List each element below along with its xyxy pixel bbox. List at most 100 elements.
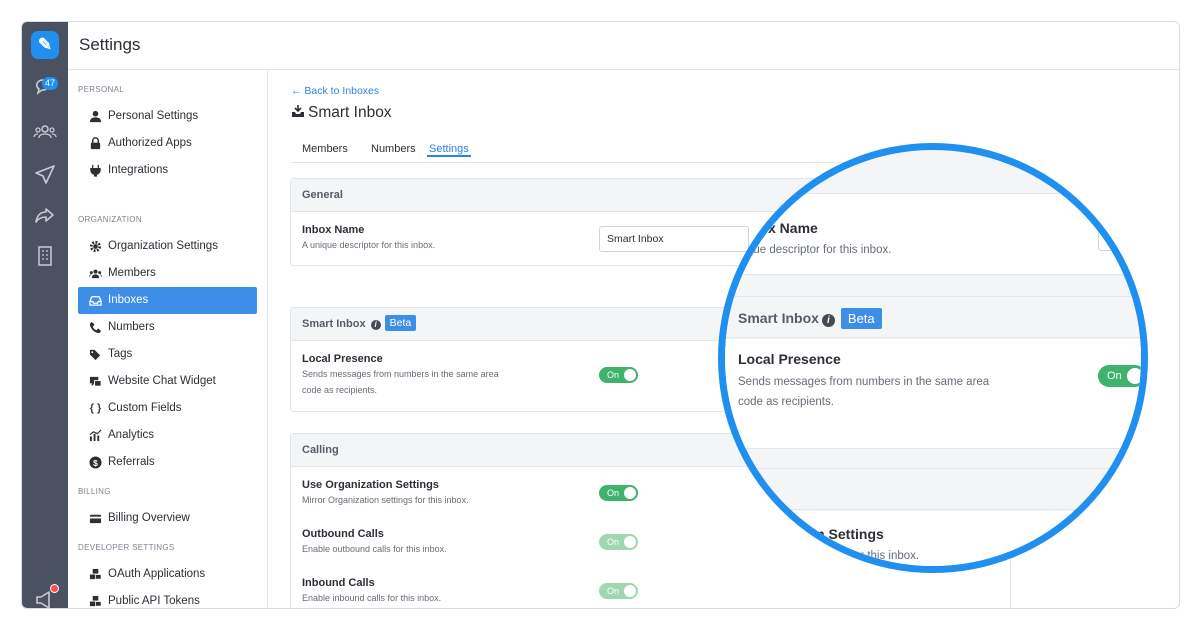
sidebar-item-referrals[interactable]: $ Referrals	[78, 449, 257, 476]
use-org-toggle[interactable]: On	[599, 485, 638, 501]
section-billing: BILLING	[78, 487, 111, 496]
sidebar-item-website-chat-widget[interactable]: Website Chat Widget	[78, 368, 257, 395]
sidebar-item-integrations[interactable]: Integrations	[78, 157, 257, 184]
sidebar-item-numbers[interactable]: Numbers	[78, 314, 257, 341]
sidebar-item-label: OAuth Applications	[108, 568, 206, 580]
local-presence-row: Local Presence Sends messages from numbe…	[302, 353, 499, 398]
contacts-icon[interactable]	[33, 120, 57, 144]
sidebar-item-authorized-apps[interactable]: Authorized Apps	[78, 130, 257, 157]
use-org-desc: Mirror Organization settings for this in…	[302, 495, 469, 505]
section-personal: PERSONAL	[78, 85, 124, 94]
users-icon	[89, 269, 102, 279]
local-presence-label: Local Presence	[302, 353, 383, 365]
sidebar-item-members[interactable]: Members	[78, 260, 257, 287]
page-header: Settings	[68, 22, 1179, 70]
outbound-toggle[interactable]: On	[599, 534, 638, 550]
mag-general-card: x Name nique descriptor for this inbox.	[725, 193, 1141, 275]
cubes-icon	[89, 568, 102, 580]
outbound-row: Outbound Calls Enable outbound calls for…	[302, 528, 447, 557]
sidebar-item-label: Analytics	[108, 429, 155, 441]
sidebar-item-label: Billing Overview	[108, 512, 190, 524]
sidebar-item-billing-overview[interactable]: Billing Overview	[78, 505, 257, 532]
mag-use-org-label: anization Settings	[764, 526, 884, 542]
dollar-icon: $	[89, 456, 102, 469]
inbox-icon	[89, 296, 102, 306]
page-title-text: Smart Inbox	[308, 104, 392, 121]
inbound-row: Inbound Calls Enable inbound calls for t…	[302, 577, 441, 606]
beta-badge: Beta	[384, 315, 417, 331]
braces-icon	[89, 403, 102, 414]
mag-inbox-name-label: x Name	[768, 220, 818, 236]
sidebar-item-inboxes[interactable]: Inboxes	[78, 287, 257, 314]
inbound-toggle[interactable]: On	[599, 583, 638, 599]
plug-icon	[90, 164, 101, 177]
app-logo-icon[interactable]: ✎	[31, 31, 59, 59]
mag-inbox-name-desc: nique descriptor for this inbox.	[738, 244, 892, 256]
forward-icon[interactable]	[33, 204, 57, 228]
outbound-label: Outbound Calls	[302, 528, 384, 540]
tab-members[interactable]: Members	[302, 143, 348, 155]
tab-numbers[interactable]: Numbers	[371, 143, 416, 155]
local-presence-toggle[interactable]: On	[599, 367, 638, 383]
cubes-icon	[89, 595, 102, 607]
local-presence-desc-2: code as recipients.	[302, 385, 378, 395]
use-org-label: Use Organization Settings	[302, 479, 439, 491]
inbox-name-desc: A unique descriptor for this inbox.	[302, 240, 436, 250]
sidebar-item-analytics[interactable]: Analytics	[78, 422, 257, 449]
mag-local-presence-desc-1: Sends messages from numbers in the same …	[738, 376, 990, 388]
chat-widget-icon	[89, 376, 102, 387]
sidebar-item-label: Authorized Apps	[108, 137, 192, 149]
inbox-name-row: Inbox Name A unique descriptor for this …	[302, 224, 435, 253]
sidebar-item-public-api-tokens[interactable]: Public API Tokens	[78, 588, 257, 608]
inbound-desc: Enable inbound calls for this inbox.	[302, 593, 442, 603]
header-title: Settings	[79, 35, 141, 54]
sidebar-item-personal-settings[interactable]: Personal Settings	[78, 103, 257, 130]
mag-smart-inbox-body: Local Presence Sends messages from numbe…	[725, 339, 1141, 449]
sidebar-item-oauth-applications[interactable]: OAuth Applications	[78, 561, 257, 588]
mag-calling-header: lling	[725, 468, 1141, 510]
mag-smart-inbox-title: Smart Inbox	[738, 310, 819, 326]
lock-icon	[90, 137, 101, 150]
page-title: Smart Inbox	[291, 104, 392, 122]
sidebar-item-custom-fields[interactable]: Custom Fields	[78, 395, 257, 422]
mag-local-presence-toggle: On	[1098, 365, 1141, 387]
settings-sidebar: PERSONAL Personal Settings Authorized Ap…	[68, 70, 268, 608]
info-icon[interactable]: i	[370, 320, 381, 330]
broadcast-icon[interactable]	[33, 162, 57, 186]
svg-text:$: $	[93, 458, 98, 468]
building-icon[interactable]	[33, 244, 57, 268]
local-presence-desc-1: Sends messages from numbers in the same …	[302, 369, 499, 379]
mag-smart-inbox-header: Smart Inbox i Beta	[725, 296, 1141, 338]
tab-settings[interactable]: Settings	[427, 143, 471, 157]
sidebar-item-label: Website Chat Widget	[108, 375, 216, 387]
mag-use-org-desc: zation settings for this inbox.	[774, 550, 920, 562]
magnifier-lens: x Name nique descriptor for this inbox. …	[718, 143, 1148, 573]
sidebar-item-label: Numbers	[108, 321, 155, 333]
sidebar-item-label: Public API Tokens	[108, 595, 200, 607]
mag-beta-badge: Beta	[840, 308, 882, 329]
use-org-row: Use Organization Settings Mirror Organiz…	[302, 479, 469, 508]
sidebar-item-tags[interactable]: Tags	[78, 341, 257, 368]
sidebar-item-label: Organization Settings	[108, 240, 218, 252]
sidebar-item-label: Members	[108, 267, 156, 279]
user-icon	[89, 110, 102, 123]
mag-local-presence-desc-2: code as recipients.	[738, 396, 834, 408]
sidebar-item-organization-settings[interactable]: Organization Settings	[78, 233, 257, 260]
sidebar-item-label: Integrations	[108, 164, 169, 176]
tags-icon	[89, 349, 101, 361]
section-organization: ORGANIZATION	[78, 215, 142, 224]
back-link[interactable]: ← Back to Inboxes	[291, 85, 379, 97]
credit-card-icon	[89, 514, 102, 524]
analytics-icon	[89, 429, 102, 442]
outbound-desc: Enable outbound calls for this inbox.	[302, 544, 447, 554]
sidebar-item-label: Referrals	[108, 456, 155, 468]
mag-calling-body: anization Settings zation settings for t…	[725, 511, 1141, 566]
inbox-download-icon	[292, 105, 304, 117]
notification-dot	[50, 584, 59, 593]
inbound-label: Inbound Calls	[302, 577, 375, 589]
mag-local-presence-label: Local Presence	[738, 351, 841, 367]
inbox-name-label: Inbox Name	[302, 224, 365, 236]
section-developer: DEVELOPER SETTINGS	[78, 543, 175, 552]
mag-info-icon: i	[821, 314, 835, 327]
phone-icon	[89, 321, 102, 334]
